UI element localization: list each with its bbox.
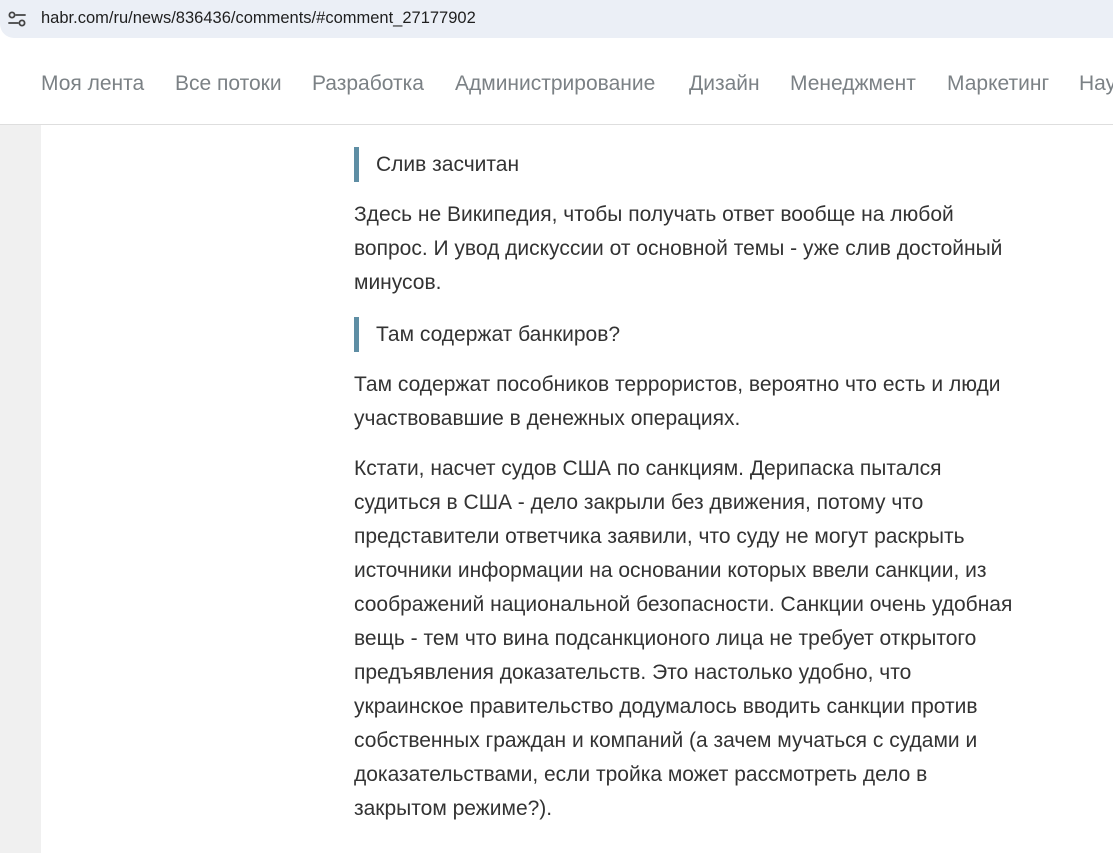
browser-gap (0, 38, 1113, 46)
text-line: Здесь не Википедия, чтобы получать ответ… (354, 203, 954, 226)
nav-item-administration[interactable]: Администрирование (455, 72, 655, 96)
url-text[interactable]: habr.com/ru/news/836436/comments/#commen… (41, 9, 476, 28)
text-line: источники информации на основании которы… (354, 559, 987, 582)
comment-paragraph: Кстати, насчет судов США по санкциям. Де… (354, 452, 1094, 826)
address-bar[interactable]: habr.com/ru/news/836436/comments/#commen… (0, 0, 1113, 38)
text-line: минусов. (354, 271, 442, 294)
text-line: доказательствами, если тройка может расс… (354, 763, 928, 786)
comment-paragraph: Там содержат пособников террористов, вер… (354, 368, 1094, 436)
nav-item-marketing[interactable]: Маркетинг (947, 72, 1049, 96)
tune-icon[interactable] (6, 8, 28, 30)
text-line: представители ответчика заявили, что суд… (354, 525, 965, 548)
text-line: судиться в США - дело закрыли без движен… (354, 491, 924, 514)
text-line: предъявления доказательств. Это настольк… (354, 661, 912, 684)
text-line: вещь - тем что вина подсанкционого лица … (354, 627, 977, 650)
nav-item-science[interactable]: Нау (1079, 72, 1113, 96)
text-line: Кстати, насчет судов США по санкциям. Де… (354, 457, 942, 480)
comment-paragraph: Здесь не Википедия, чтобы получать ответ… (354, 198, 1094, 300)
comment-body: Слив засчитан Здесь не Википедия, чтобы … (41, 125, 1113, 853)
top-navigation: Моя лента Все потоки Разработка Админист… (0, 46, 1113, 125)
blockquote: Слив засчитан (354, 147, 1054, 182)
text-line: украинское правительство додумалось ввод… (354, 695, 978, 718)
nav-item-management[interactable]: Менеджмент (790, 72, 916, 96)
nav-item-my-feed[interactable]: Моя лента (41, 72, 144, 96)
text-line: участвовавшие в денежных операциях. (354, 407, 741, 430)
text-line: закрытом режиме?). (354, 797, 553, 820)
nav-item-all-streams[interactable]: Все потоки (175, 72, 282, 96)
text-line: вопрос. И увод дискуссии от основной тем… (354, 237, 1003, 260)
nav-item-development[interactable]: Разработка (312, 72, 424, 96)
text-line: собственных граждан и компаний (а зачем … (354, 729, 978, 752)
left-gutter (0, 125, 41, 853)
text-line: Там содержат пособников террористов, вер… (354, 373, 1001, 396)
nav-item-design[interactable]: Дизайн (689, 72, 760, 96)
blockquote: Там содержат банкиров? (354, 317, 1054, 352)
text-line: соображений национальной безопасности. С… (354, 593, 1013, 616)
